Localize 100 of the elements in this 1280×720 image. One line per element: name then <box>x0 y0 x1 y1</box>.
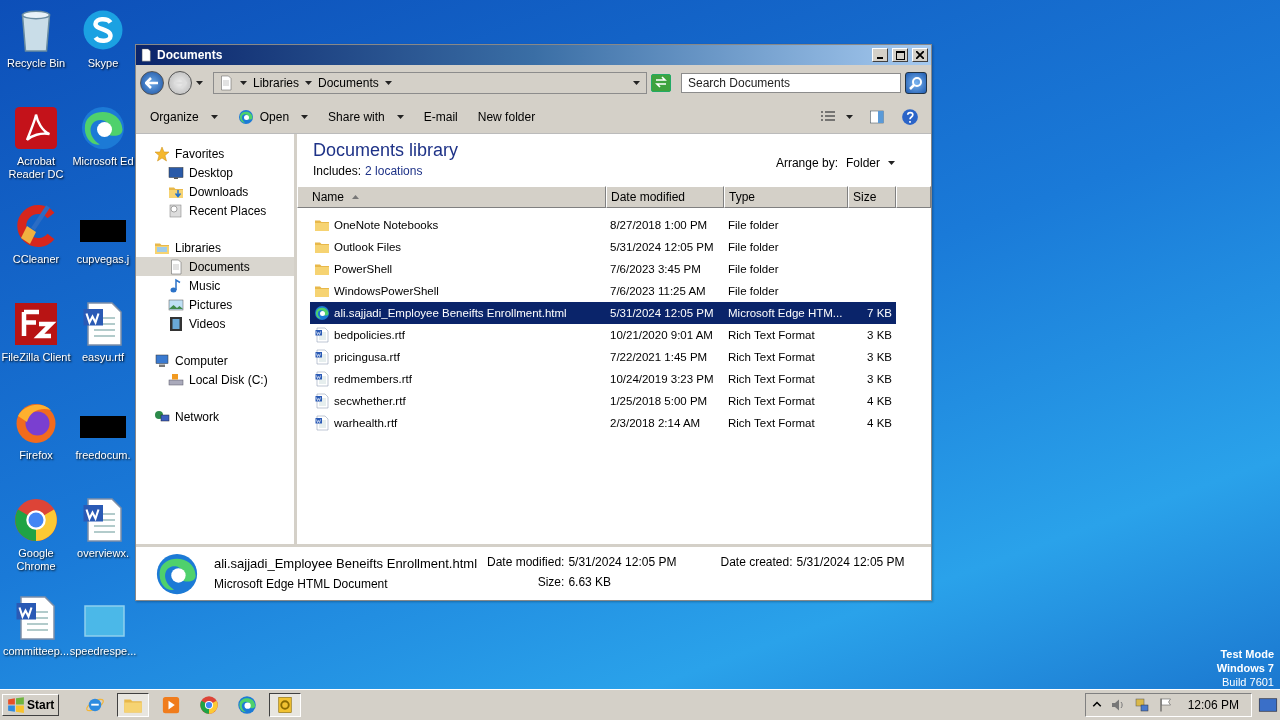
swirl-icon <box>237 109 254 125</box>
search-button[interactable] <box>905 72 927 94</box>
back-arrow-icon <box>145 77 159 89</box>
type-cell-text: File folder <box>727 263 780 275</box>
toolbar-button[interactable]: Share with <box>320 106 412 128</box>
file-name: redmembers.rtf <box>334 373 412 385</box>
caret-icon <box>633 81 640 85</box>
desktop-icon-label[interactable]: Acrobat Reader DC <box>1 155 71 181</box>
type-cell-text: File folder <box>727 219 780 231</box>
taskbar-button[interactable] <box>117 693 150 717</box>
desktop-icon-label[interactable]: Recycle Bin <box>6 57 66 70</box>
file-name: secwhether.rtf <box>334 395 406 407</box>
forward-button[interactable] <box>168 71 192 95</box>
detail-value: 6.63 KB <box>568 575 613 589</box>
help-icon <box>901 108 919 126</box>
desktop-icon-label[interactable]: speedrespe... <box>69 645 137 658</box>
nav-item[interactable]: Desktop <box>136 163 294 182</box>
nav-item[interactable]: Documents <box>136 257 294 276</box>
toolbar-button[interactable]: E-mail <box>415 106 466 128</box>
type-cell-text: Rich Text Format <box>727 417 816 429</box>
nav-item[interactable]: Network <box>136 407 294 426</box>
desktop-icon-label[interactable]: Firefox <box>19 449 53 462</box>
size-cell-text: 4 KB <box>866 395 893 407</box>
swirl-icon <box>237 695 258 715</box>
desktop-icon-label[interactable]: cupvegas.j <box>76 253 130 266</box>
back-button[interactable] <box>140 71 164 95</box>
clock[interactable]: 12:06 PM <box>1187 698 1239 712</box>
column-header[interactable]: Type <box>724 186 848 208</box>
document-icon <box>218 75 234 91</box>
file-row[interactable]: secwhether.rtf 1/25/2018 5:00 PM Rich Text Format 4 KB <box>310 390 896 412</box>
locations-link[interactable]: 2 locations <box>365 164 423 178</box>
nav-item[interactable]: Libraries <box>136 238 294 257</box>
caret-icon <box>888 161 895 165</box>
size-cell-text: 4 KB <box>866 417 893 429</box>
type-cell-text: Rich Text Format <box>727 373 816 385</box>
file-row[interactable]: ali.sajjadi_Employee Beneifts Enrollment.html 5/31/2024 12:05 PM Microsoft Edge HTM... 7 KB <box>310 302 896 324</box>
search-field[interactable]: Search Documents <box>681 73 901 93</box>
file-row[interactable]: warhealth.rtf 2/3/2018 2:14 AM Rich Text Format 4 KB <box>310 412 896 434</box>
document-icon <box>139 48 153 62</box>
toolbar-button[interactable]: New folder <box>469 106 544 128</box>
detail-label: Date modified: <box>487 555 565 569</box>
media-player-icon <box>161 695 182 715</box>
file-row[interactable]: redmembers.rtf 10/24/2019 3:23 PM Rich Text Format 3 KB <box>310 368 896 390</box>
toolbar-button[interactable]: Open <box>229 105 317 129</box>
file-row[interactable]: OneNote Notebooks 8/27/2018 1:00 PM File folder <box>310 214 896 236</box>
date-cell-text: 1/25/2018 5:00 PM <box>609 395 709 407</box>
document-icon <box>314 415 330 431</box>
picture-icon <box>168 296 184 313</box>
desktop-icon-label[interactable]: committeep... <box>3 645 69 658</box>
column-header[interactable]: Size <box>848 186 896 208</box>
desktop-icon-label[interactable]: easyu.rtf <box>81 351 125 364</box>
maximize-button[interactable] <box>892 48 908 62</box>
desktop-icon-label[interactable]: CCleaner <box>12 253 60 266</box>
column-header[interactable]: Name <box>297 186 606 208</box>
arrange-dropdown[interactable]: Folder <box>846 156 895 170</box>
close-button[interactable] <box>912 48 928 62</box>
transfer-app-icon <box>12 300 60 348</box>
nav-item[interactable]: Videos <box>136 314 294 333</box>
nav-item[interactable]: Pictures <box>136 295 294 314</box>
file-row[interactable]: PowerShell 7/6/2023 3:45 PM File folder <box>310 258 896 280</box>
desktop-icon-label[interactable]: Skype <box>87 57 119 70</box>
desktop-icon-label[interactable]: FileZilla Client <box>1 351 71 364</box>
breadcrumb-item[interactable]: Documents <box>318 76 379 90</box>
caret-icon <box>210 115 218 119</box>
desktop-icon-label[interactable]: Microsoft Ed <box>72 155 134 168</box>
refresh-button[interactable] <box>651 74 671 92</box>
nav-item[interactable]: Music <box>136 276 294 295</box>
nav-item[interactable]: Favorites <box>136 144 294 163</box>
system-notice: Windows 7 <box>1216 661 1274 675</box>
breadcrumb-item[interactable]: Libraries <box>253 76 300 90</box>
star-icon <box>154 145 170 162</box>
file-row[interactable]: pricingusa.rtf 7/22/2021 1:45 PM Rich Text Format 3 KB <box>310 346 896 368</box>
date-cell-text: 5/31/2024 12:05 PM <box>609 307 715 319</box>
redaction-bar <box>80 416 126 438</box>
date-cell-text: 7/6/2023 3:45 PM <box>609 263 702 275</box>
caret-icon <box>240 81 247 85</box>
file-row[interactable]: Outlook Files 5/31/2024 12:05 PM File folder <box>310 236 896 258</box>
address-bar[interactable]: Libraries Documents <box>213 72 647 94</box>
minimize-button[interactable] <box>872 48 888 62</box>
desktop-icon-label[interactable]: freedocum. <box>75 449 131 462</box>
system-notice: Test Mode <box>1219 647 1274 661</box>
caret-icon <box>396 115 404 119</box>
taskbar-button[interactable] <box>269 693 302 717</box>
details-file-name: ali.sajjadi_Employee Beneifts Enrollment.html <box>214 556 477 571</box>
desktop-icon-label[interactable]: overviewx. <box>77 547 129 560</box>
nav-item[interactable]: Computer <box>136 351 294 370</box>
nav-item[interactable]: Recent Places <box>136 201 294 220</box>
file-row[interactable]: bedpolicies.rtf 10/21/2020 9:01 AM Rich Text Format 3 KB <box>310 324 896 346</box>
round-logo-icon <box>199 695 220 715</box>
nav-item[interactable]: Downloads <box>136 182 294 201</box>
show-desktop-icon <box>1258 695 1278 715</box>
column-header[interactable]: Date modified <box>606 186 724 208</box>
detail-label: Date created: <box>720 555 793 569</box>
type-cell-text: Rich Text Format <box>727 329 816 341</box>
file-row[interactable]: WindowsPowerShell 7/6/2023 11:25 AM File folder <box>310 280 896 302</box>
nav-item[interactable]: Local Disk (C:) <box>136 370 294 389</box>
toolbar-button[interactable]: Organize <box>142 106 226 128</box>
desktop-icon-label[interactable]: Google Chrome <box>1 547 71 573</box>
file-name: WindowsPowerShell <box>334 285 439 297</box>
start-button[interactable]: Start <box>2 694 60 716</box>
